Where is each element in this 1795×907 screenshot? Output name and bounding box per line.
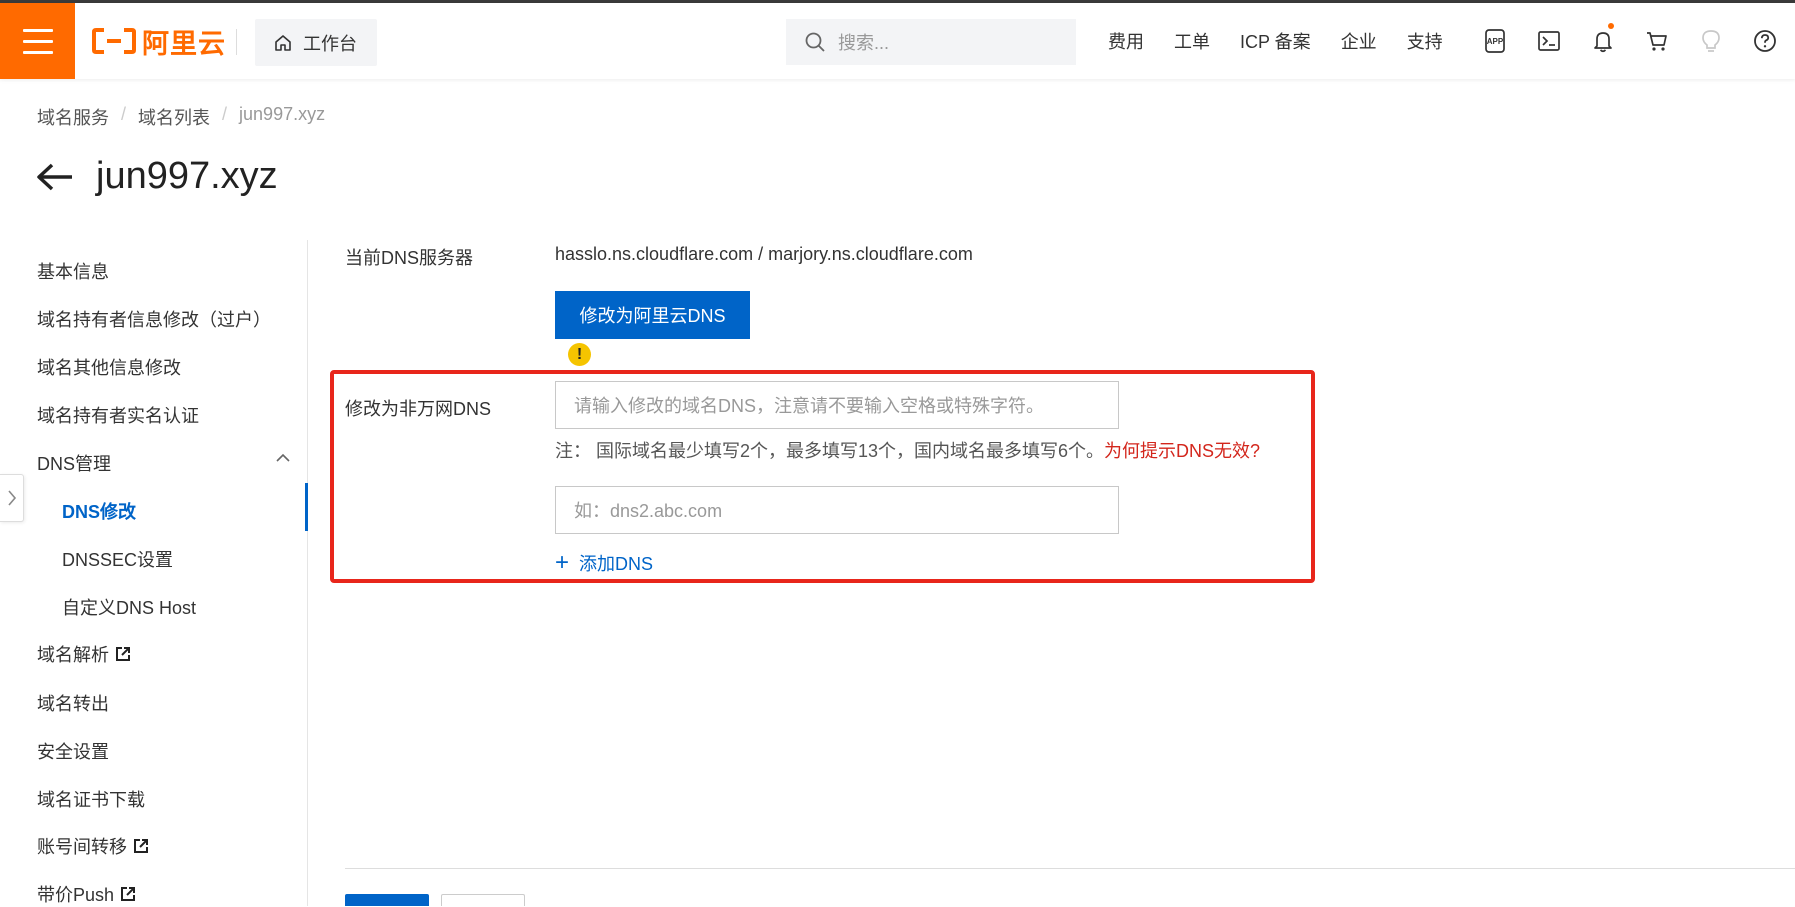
nav-billing[interactable]: 费用 xyxy=(1108,28,1144,54)
switch-to-aliyun-dns-button[interactable]: 修改为阿里云DNS xyxy=(555,291,750,339)
plus-icon: + xyxy=(555,549,570,576)
aliyun-logo-mark-icon xyxy=(92,28,136,54)
svg-text:APP: APP xyxy=(1487,37,1504,46)
notification-dot xyxy=(1608,23,1614,29)
dns-note: 注： 国际域名最少填写2个，最多填写13个，国内域名最多填写6个。为何提示DNS… xyxy=(555,437,1260,463)
dns-input-1-placeholder: 请输入修改的域名DNS，注意请不要输入空格或特殊字符。 xyxy=(574,396,1045,416)
hamburger-menu-icon[interactable] xyxy=(0,3,75,79)
back-arrow-icon[interactable] xyxy=(36,157,76,197)
sidebar-item-dns-modify[interactable]: DNS修改 xyxy=(62,498,136,524)
external-link-icon xyxy=(116,647,130,661)
terminal-icon[interactable] xyxy=(1522,3,1576,79)
cancel-button[interactable] xyxy=(441,894,525,906)
nav-ticket[interactable]: 工单 xyxy=(1174,28,1210,54)
home-icon xyxy=(275,34,291,51)
sidebar-item-label: 域名转出 xyxy=(37,694,109,714)
sidebar-item-label: 域名其他信息修改 xyxy=(37,358,181,378)
sidebar-item-account-transfer[interactable]: 账号间转移 xyxy=(37,833,149,859)
sidebar-item-certificate-download[interactable]: 域名证书下载 xyxy=(37,786,145,812)
sidebar-collapse-toggle[interactable] xyxy=(0,474,24,522)
logo-text: 阿里云 xyxy=(142,28,226,59)
add-dns-label: 添加DNS xyxy=(579,554,654,574)
custom-dns-label: 修改为非万网DNS xyxy=(345,399,492,419)
notification-bell-icon[interactable] xyxy=(1576,3,1630,79)
nav-icp[interactable]: ICP 备案 xyxy=(1240,28,1311,54)
sidebar-item-label: 账号间转移 xyxy=(37,837,127,857)
sidebar-item-label: DNS管理 xyxy=(37,454,112,474)
header-nav: 费用 工单 ICP 备案 企业 支持 xyxy=(1108,3,1443,79)
search-icon xyxy=(805,32,825,52)
sidebar-item-real-name-auth[interactable]: 域名持有者实名认证 xyxy=(37,402,199,428)
chevron-right-icon xyxy=(7,490,16,506)
nav-support[interactable]: 支持 xyxy=(1407,28,1443,54)
workbench-label: 工作台 xyxy=(303,33,357,54)
confirm-button[interactable] xyxy=(345,894,429,906)
sidebar-item-dnssec[interactable]: DNSSEC设置 xyxy=(62,546,173,572)
sidebar-item-label: DNSSEC设置 xyxy=(62,550,174,570)
sidebar-item-label: 域名持有者信息修改（过户） xyxy=(37,310,271,330)
sidebar-item-custom-dns-host[interactable]: 自定义DNS Host xyxy=(62,594,196,620)
lightbulb-icon[interactable] xyxy=(1684,3,1738,79)
breadcrumb-separator: / xyxy=(121,104,127,124)
why-dns-invalid-link[interactable]: 为何提示DNS无效? xyxy=(1104,441,1260,461)
warning-icon[interactable]: ! xyxy=(568,343,591,366)
app-icon[interactable]: APP xyxy=(1468,3,1522,79)
sidebar-item-label: 基本信息 xyxy=(37,262,109,282)
dns-input-2[interactable]: 如：dns2.abc.com xyxy=(555,486,1119,534)
workbench-button[interactable]: 工作台 xyxy=(255,19,377,66)
dns-input-2-placeholder: 如：dns2.abc.com xyxy=(574,501,723,521)
header-icon-bar: APP xyxy=(1468,3,1792,79)
external-link-icon xyxy=(121,887,136,901)
sidebar: 基本信息 域名持有者信息修改（过户） 域名其他信息修改 域名持有者实名认证 DN… xyxy=(0,240,308,906)
active-indicator xyxy=(305,483,308,531)
search-placeholder: 搜索... xyxy=(838,33,890,53)
nav-enterprise[interactable]: 企业 xyxy=(1341,28,1377,54)
sidebar-item-label: DNS修改 xyxy=(62,502,137,522)
breadcrumb-domain-list[interactable]: 域名列表 xyxy=(138,104,210,130)
page-title: jun997.xyz xyxy=(96,155,278,197)
sidebar-item-other-info[interactable]: 域名其他信息修改 xyxy=(37,354,181,380)
sidebar-item-label: 域名持有者实名认证 xyxy=(37,406,199,426)
search-input[interactable]: 搜索... xyxy=(786,19,1076,65)
sidebar-item-label: 自定义DNS Host xyxy=(62,598,197,618)
external-link-icon xyxy=(134,839,148,853)
breadcrumb-separator: / xyxy=(222,104,228,124)
sidebar-item-label: 域名解析 xyxy=(37,645,109,665)
cart-icon[interactable] xyxy=(1630,3,1684,79)
chevron-up-icon[interactable] xyxy=(275,453,291,463)
sidebar-item-price-push[interactable]: 带价Push xyxy=(37,881,136,907)
sidebar-item-label: 域名证书下载 xyxy=(37,790,145,810)
page-header: jun997.xyz xyxy=(36,155,278,198)
sidebar-item-owner-transfer[interactable]: 域名持有者信息修改（过户） xyxy=(37,306,271,332)
footer-divider xyxy=(345,868,1795,869)
breadcrumb-current: jun997.xyz xyxy=(239,104,326,124)
current-dns-value: hasslo.ns.cloudflare.com / marjory.ns.cl… xyxy=(555,244,973,264)
dns-note-text: 注： 国际域名最少填写2个，最多填写13个，国内域名最多填写6个。 xyxy=(555,441,1105,461)
aliyun-logo[interactable]: 阿里云 xyxy=(92,25,226,59)
header-divider xyxy=(236,29,237,55)
sidebar-item-label: 安全设置 xyxy=(37,742,109,762)
sidebar-item-basic-info[interactable]: 基本信息 xyxy=(37,258,109,284)
help-icon[interactable] xyxy=(1738,3,1792,79)
sidebar-item-domain-transfer-out[interactable]: 域名转出 xyxy=(37,690,109,716)
top-navbar: 阿里云 工作台 搜索... 费用 工单 ICP 备案 企业 支持 APP xyxy=(0,3,1795,79)
breadcrumb: 域名服务 / 域名列表 / jun997.xyz xyxy=(37,104,325,130)
sidebar-item-domain-resolve[interactable]: 域名解析 xyxy=(37,641,131,667)
add-dns-button[interactable]: + 添加DNS xyxy=(555,550,653,576)
current-dns-label: 当前DNS服务器 xyxy=(345,248,474,268)
sidebar-item-label: 带价Push xyxy=(37,885,115,905)
breadcrumb-domain-service[interactable]: 域名服务 xyxy=(37,104,109,130)
sidebar-item-security-settings[interactable]: 安全设置 xyxy=(37,738,109,764)
dns-input-1[interactable]: 请输入修改的域名DNS，注意请不要输入空格或特殊字符。 xyxy=(555,381,1119,429)
sidebar-item-dns-management[interactable]: DNS管理 xyxy=(37,450,111,476)
